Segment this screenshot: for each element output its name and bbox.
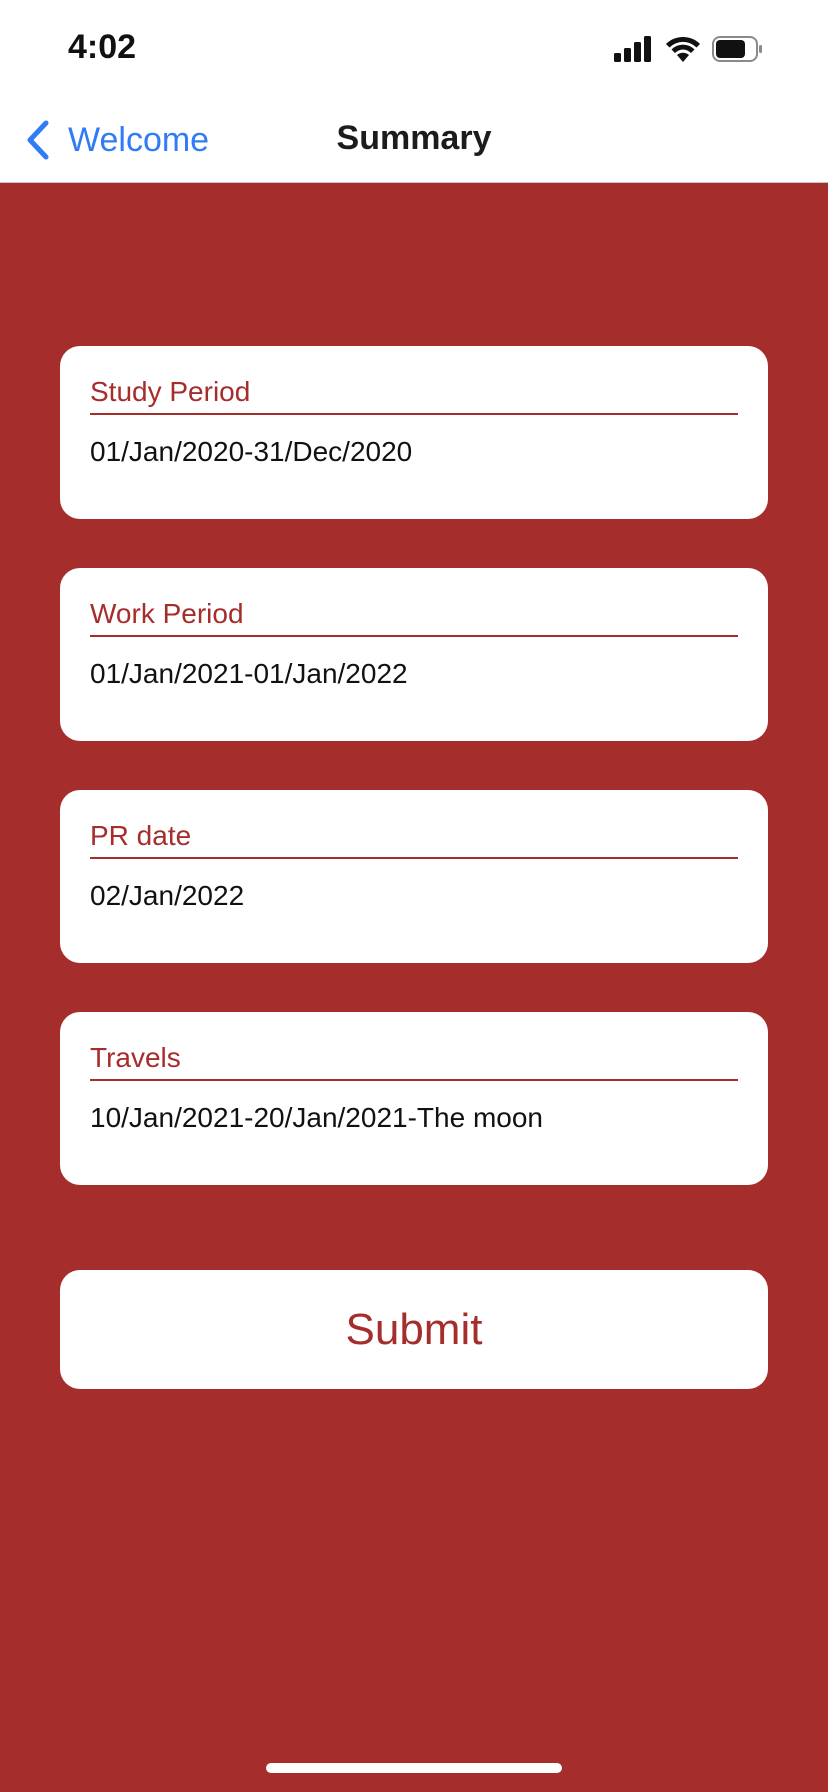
battery-icon [712,36,764,62]
cellular-signal-icon [614,36,654,62]
field-underline [90,857,738,859]
work-period-field[interactable]: Work Period 01/Jan/2021-01/Jan/2022 [60,568,768,741]
travels-label: Travels [90,1042,181,1073]
top-bar: 4:02 Welcome Summary [0,0,828,183]
field-underline [90,1079,738,1081]
page-title: Summary [336,119,492,157]
status-icons [614,36,794,66]
submit-button[interactable]: Submit [60,1270,768,1389]
field-underline [90,635,738,637]
work-period-value: 01/Jan/2021-01/Jan/2022 [90,658,408,689]
status-time: 4:02 [68,28,137,66]
study-period-field[interactable]: Study Period 01/Jan/2020-31/Dec/2020 [60,346,768,519]
pr-date-label: PR date [90,820,192,851]
field-underline [90,413,738,415]
home-indicator[interactable] [266,1763,562,1773]
pr-date-value: 02/Jan/2022 [90,880,245,911]
work-period-label: Work Period [90,598,244,629]
wifi-icon [666,36,700,62]
pr-date-field[interactable]: PR date 02/Jan/2022 [60,790,768,963]
study-period-value: 01/Jan/2020-31/Dec/2020 [90,436,413,467]
study-period-label: Study Period [90,376,251,407]
travels-field[interactable]: Travels 10/Jan/2021-20/Jan/2021-The moon [60,1012,768,1185]
travels-value: 10/Jan/2021-20/Jan/2021-The moon [90,1102,543,1133]
